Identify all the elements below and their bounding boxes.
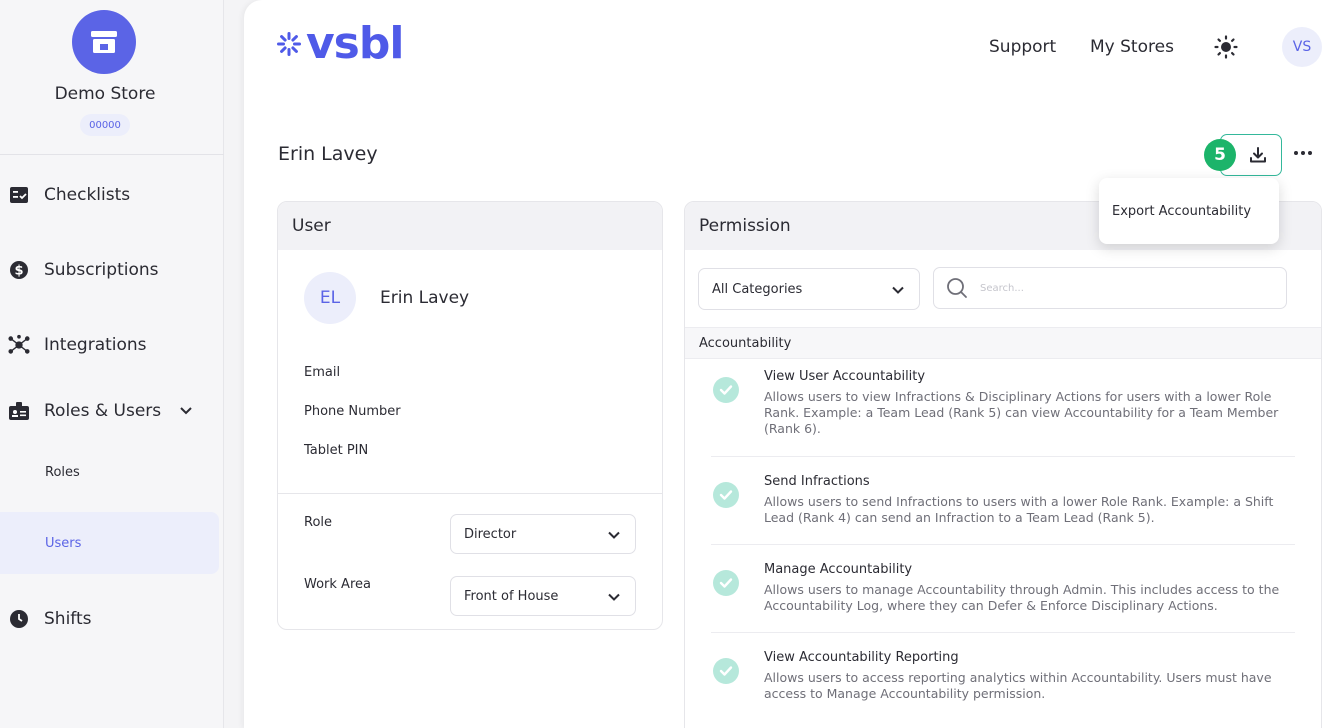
permission-separator: [711, 456, 1295, 457]
role-select-value: Director: [464, 526, 517, 542]
logo-burst-icon: [277, 32, 301, 56]
user-name: Erin Lavey: [380, 288, 470, 308]
permission-description: Allows users to manage Accountability th…: [764, 582, 1280, 613]
logo-text: vsbl: [306, 18, 404, 69]
category-select[interactable]: All Categories: [698, 268, 920, 310]
permission-separator: [711, 632, 1295, 633]
dollar-icon: $: [8, 259, 30, 281]
menu-item-export-accountability[interactable]: Export Accountability: [1112, 204, 1251, 219]
sidebar-active-highlight: [0, 512, 219, 574]
download-icon: [1250, 147, 1266, 163]
sidebar-item-label: Checklists: [44, 185, 131, 205]
sidebar-item-label: Subscriptions: [44, 260, 159, 280]
search-icon: [947, 278, 967, 298]
work-area-label: Work Area: [304, 577, 371, 592]
category-select-value: All Categories: [712, 281, 803, 297]
tablet-pin-label: Tablet PIN: [304, 443, 369, 458]
permission-description: Allows users to view Infractions & Disci…: [764, 389, 1279, 436]
chevron-down-icon: [608, 531, 620, 539]
permission-title: Send Infractions: [764, 474, 870, 489]
section-accountability: Accountability: [685, 327, 1321, 359]
work-area-select-value: Front of House: [464, 588, 559, 604]
chevron-down-icon[interactable]: [179, 401, 193, 421]
check-icon[interactable]: [713, 482, 739, 508]
sidebar-item-roles-users[interactable]: Roles & Users: [8, 396, 193, 426]
sidebar-item-label: Roles & Users: [44, 401, 162, 421]
sidebar: Demo Store 00000 Checklists $ Subscripti…: [0, 0, 224, 728]
chevron-down-icon: [892, 286, 904, 294]
more-options-icon[interactable]: [1288, 138, 1318, 168]
work-area-select[interactable]: Front of House: [450, 576, 636, 616]
sidebar-item-checklists[interactable]: Checklists: [8, 180, 130, 210]
support-link[interactable]: Support: [989, 37, 1056, 57]
main-panel: vsbl Support My Stores VS Erin Lavey 5 E…: [244, 0, 1328, 728]
my-stores-link[interactable]: My Stores: [1090, 37, 1174, 57]
permission-title: View User Accountability: [764, 369, 926, 384]
permission-title: View Accountability Reporting: [764, 650, 959, 665]
permission-description: Allows users to send Infractions to user…: [764, 494, 1274, 525]
svg-text:$: $: [14, 264, 23, 279]
role-label: Role: [304, 515, 333, 530]
permission-description: Allows users to access reporting analyti…: [764, 670, 1272, 701]
search-input[interactable]: Search...: [933, 267, 1287, 309]
sidebar-subitem-roles[interactable]: Roles: [45, 465, 80, 480]
user-initials-avatar: EL: [304, 272, 356, 324]
check-icon[interactable]: [713, 377, 739, 403]
search-placeholder: Search...: [980, 282, 1024, 294]
badge-icon: [8, 400, 30, 422]
sidebar-item-shifts[interactable]: Shifts: [8, 604, 92, 634]
sidebar-item-label: Integrations: [44, 335, 147, 355]
store-code-badge: 00000: [80, 114, 130, 136]
sidebar-item-subscriptions[interactable]: $ Subscriptions: [8, 255, 158, 285]
clock-icon: [8, 608, 30, 630]
logo[interactable]: vsbl: [276, 18, 404, 69]
phone-number-label: Phone Number: [304, 404, 401, 419]
user-card-header: User: [278, 202, 662, 250]
user-card: User EL Erin Lavey Email Phone Number Ta…: [277, 201, 663, 630]
user-avatar[interactable]: VS: [1282, 27, 1322, 67]
sidebar-subitem-users[interactable]: Users: [45, 536, 81, 551]
permission-separator: [711, 544, 1295, 545]
email-label: Email: [304, 365, 341, 380]
permission-card: Permission All Categories Search... Acco…: [684, 201, 1322, 728]
permission-title: Manage Accountability: [764, 562, 913, 577]
store-name: Demo Store: [54, 84, 156, 104]
export-dropdown-menu: Export Accountability: [1099, 178, 1279, 244]
checklist-icon: [8, 184, 30, 206]
integrations-icon: [8, 334, 30, 356]
store-icon[interactable]: [72, 10, 136, 74]
sun-icon[interactable]: [1214, 35, 1238, 59]
page-title: Erin Lavey: [278, 143, 378, 165]
check-icon[interactable]: [713, 658, 739, 684]
role-select[interactable]: Director: [450, 514, 636, 554]
card-divider: [278, 493, 662, 494]
step-badge: 5: [1204, 139, 1236, 171]
sidebar-item-integrations[interactable]: Integrations: [8, 330, 147, 360]
sidebar-divider: [0, 154, 224, 155]
sidebar-item-label: Shifts: [44, 609, 92, 629]
check-icon[interactable]: [713, 570, 739, 596]
chevron-down-icon: [608, 593, 620, 601]
